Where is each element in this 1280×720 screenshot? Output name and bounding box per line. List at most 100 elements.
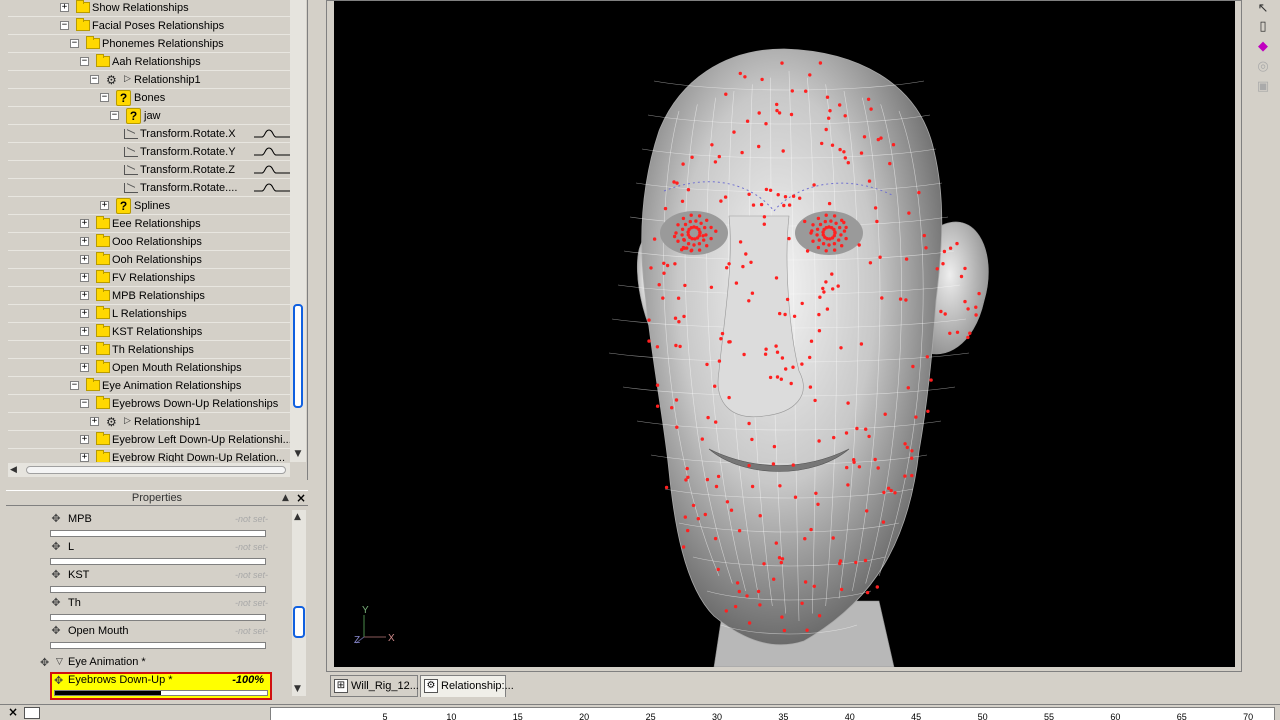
control-point[interactable]: [904, 257, 909, 261]
control-point[interactable]: [805, 628, 809, 632]
control-point[interactable]: [820, 141, 824, 146]
collapse-icon[interactable]: −: [70, 39, 79, 48]
control-point[interactable]: [875, 585, 879, 589]
control-point[interactable]: [686, 528, 690, 533]
control-point[interactable]: [774, 344, 778, 348]
control-point[interactable]: [750, 484, 755, 489]
control-point[interactable]: [751, 203, 756, 207]
control-point[interactable]: [678, 344, 682, 349]
control-point[interactable]: [733, 604, 738, 609]
control-point[interactable]: [781, 149, 785, 153]
control-point[interactable]: [832, 242, 837, 246]
control-point[interactable]: [824, 280, 828, 284]
tree-row[interactable]: + Ooo Relationships: [8, 233, 290, 251]
control-point[interactable]: [683, 283, 687, 288]
control-point[interactable]: [839, 233, 843, 237]
control-point[interactable]: [844, 431, 849, 435]
expand-icon[interactable]: +: [80, 255, 89, 264]
tree-row[interactable]: Transform.Rotate.Y: [8, 143, 290, 161]
control-point[interactable]: [893, 491, 897, 495]
control-point[interactable]: [818, 295, 822, 299]
control-point[interactable]: [821, 242, 826, 246]
control-point[interactable]: [745, 594, 749, 598]
control-point[interactable]: [688, 219, 692, 224]
tree-row[interactable]: + Eee Relationships: [8, 215, 290, 233]
control-point[interactable]: [822, 290, 826, 294]
control-point[interactable]: [727, 262, 731, 266]
control-point[interactable]: [914, 415, 918, 419]
play-triangle-icon[interactable]: ▷: [124, 74, 131, 84]
property-item[interactable]: ✥ L -not set-: [50, 540, 272, 568]
control-point[interactable]: [838, 225, 842, 230]
eye-animation-group[interactable]: ✥ ▽ Eye Animation *: [40, 656, 280, 672]
tree-row[interactable]: −? Bones: [8, 89, 290, 107]
control-point[interactable]: [789, 381, 793, 386]
control-point[interactable]: [798, 196, 802, 200]
control-point[interactable]: [683, 222, 688, 227]
property-item[interactable]: ✥ KST -not set-: [50, 568, 272, 596]
control-point[interactable]: [815, 233, 819, 237]
property-value[interactable]: -100%: [232, 674, 264, 686]
control-point[interactable]: [868, 261, 873, 265]
control-point[interactable]: [880, 296, 884, 300]
tree-row[interactable]: − Eye Animation Relationships: [8, 377, 290, 395]
control-point[interactable]: [948, 246, 953, 250]
control-point[interactable]: [775, 350, 780, 354]
control-point[interactable]: [803, 537, 807, 541]
control-point[interactable]: [910, 449, 914, 453]
control-point[interactable]: [674, 231, 678, 235]
control-point[interactable]: [747, 463, 751, 468]
control-point[interactable]: [768, 188, 773, 192]
property-slider[interactable]: [50, 530, 266, 537]
control-point[interactable]: [829, 219, 833, 223]
move-handle-icon[interactable]: ✥: [54, 674, 63, 687]
control-point[interactable]: [713, 384, 717, 388]
control-point[interactable]: [775, 108, 779, 113]
control-point[interactable]: [910, 473, 914, 478]
control-point[interactable]: [762, 215, 767, 219]
control-point[interactable]: [758, 514, 762, 518]
control-point[interactable]: [680, 227, 685, 231]
control-point[interactable]: [948, 331, 952, 335]
control-point[interactable]: [787, 203, 792, 207]
control-point[interactable]: [865, 509, 869, 513]
control-point[interactable]: [809, 231, 813, 235]
control-point[interactable]: [839, 346, 843, 350]
control-point[interactable]: [672, 234, 677, 239]
control-point[interactable]: [812, 183, 816, 187]
expand-icon[interactable]: +: [80, 435, 89, 444]
control-point[interactable]: [783, 195, 788, 199]
control-point[interactable]: [817, 439, 821, 443]
control-point[interactable]: [705, 477, 710, 482]
control-point[interactable]: [823, 219, 827, 224]
control-point[interactable]: [811, 239, 815, 243]
control-point[interactable]: [724, 92, 728, 96]
control-point[interactable]: [873, 457, 877, 462]
control-point[interactable]: [922, 233, 926, 238]
control-point[interactable]: [719, 337, 723, 341]
control-point[interactable]: [662, 261, 666, 265]
control-point[interactable]: [963, 299, 967, 304]
control-point[interactable]: [740, 150, 744, 155]
tree-row[interactable]: +? Splines: [8, 197, 290, 215]
control-point[interactable]: [703, 225, 707, 230]
property-slider[interactable]: [50, 614, 266, 621]
expand-icon[interactable]: +: [80, 309, 89, 318]
control-point[interactable]: [805, 249, 810, 253]
control-point[interactable]: [704, 233, 708, 237]
control-point[interactable]: [655, 345, 660, 349]
control-point[interactable]: [696, 517, 700, 521]
expand-icon[interactable]: +: [80, 345, 89, 354]
eyebrows-down-up-property[interactable]: ✥ Eyebrows Down-Up * -100%: [50, 672, 272, 700]
close-icon[interactable]: ×: [296, 491, 306, 505]
expand-icon[interactable]: +: [80, 219, 89, 228]
control-point[interactable]: [852, 458, 856, 462]
tree-horizontal-scrollbar[interactable]: ◀: [8, 463, 290, 477]
control-point[interactable]: [966, 335, 970, 340]
control-point[interactable]: [661, 296, 665, 300]
tree-row[interactable]: + Ooh Relationships: [8, 251, 290, 269]
control-point[interactable]: [886, 486, 891, 490]
control-point[interactable]: [968, 331, 972, 335]
tree-row[interactable]: + KST Relationships: [8, 323, 290, 341]
control-point[interactable]: [816, 245, 821, 250]
